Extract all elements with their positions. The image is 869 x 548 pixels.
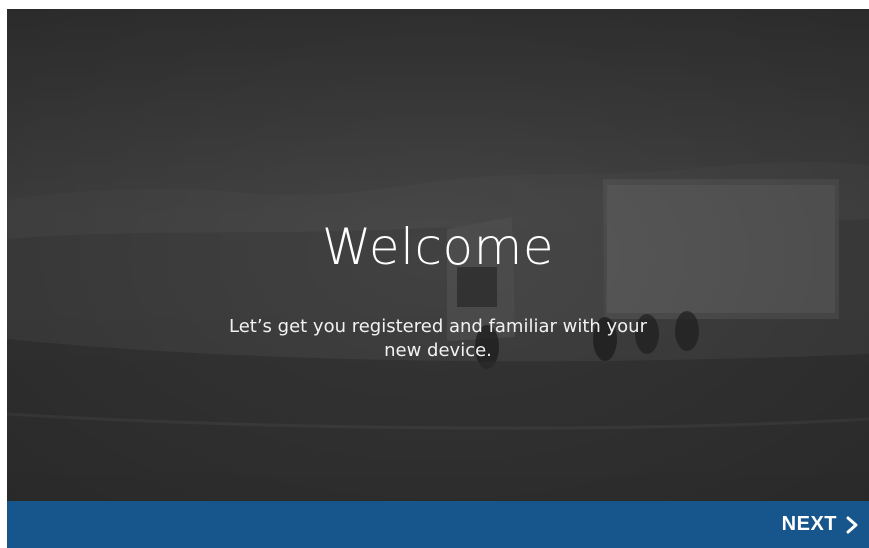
welcome-title: Welcome <box>321 218 555 276</box>
welcome-content: Welcome Let’s get you registered and fam… <box>7 9 869 501</box>
next-button[interactable]: NEXT <box>782 501 859 548</box>
chevron-right-icon <box>845 515 859 535</box>
bottom-nav-bar: NEXT <box>7 501 869 548</box>
welcome-screen: Welcome Let’s get you registered and fam… <box>7 9 869 548</box>
next-label: NEXT <box>781 513 837 535</box>
welcome-subtitle: Let’s get you registered and familiar wi… <box>228 316 647 361</box>
